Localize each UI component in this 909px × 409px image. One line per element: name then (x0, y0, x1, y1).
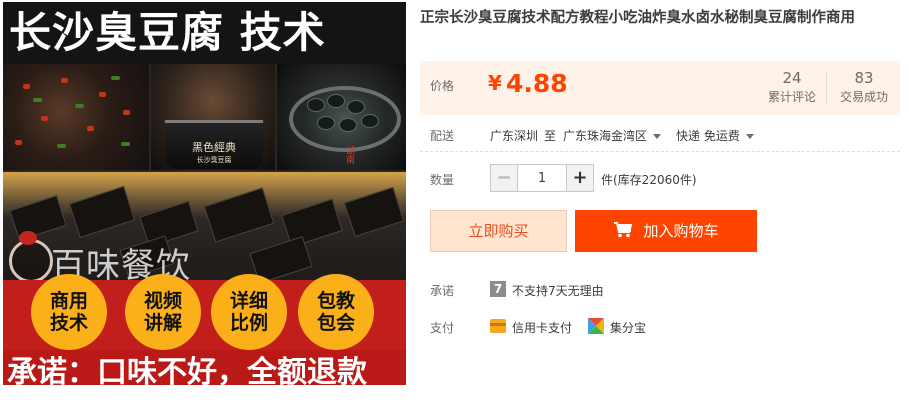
promo-headline: 长沙臭豆腐 技术 (3, 2, 406, 64)
add-to-cart-button[interactable]: 加入购物车 (575, 210, 757, 252)
badge-video: 视频讲解 (125, 274, 201, 350)
credit-card-icon (490, 319, 506, 333)
brand-logo-dot (19, 231, 37, 245)
stat-divider (826, 72, 827, 104)
buy-now-button[interactable]: 立即购买 (430, 210, 567, 252)
cart-icon (614, 222, 633, 238)
product-title: 正宗长沙臭豆腐技术配方教程小吃油炸臭水卤水秘制臭豆腐制作商用 (420, 10, 855, 26)
sales-count-label: 交易成功 (839, 90, 888, 104)
chevron-down-icon (745, 134, 754, 139)
tofu-pot-photo: 黑色經典 长沙臭豆腐 (151, 64, 275, 170)
decrease-quantity-button[interactable]: − (491, 165, 518, 191)
seven-day-icon: 7 (490, 281, 506, 297)
photo-mark-text: 湖南 (344, 146, 354, 164)
credit-card-payment[interactable]: 信用卡支付 (512, 319, 572, 336)
stock-info: 件(库存22060件) (601, 173, 697, 187)
pot-brand-label: 黑色經典 (192, 141, 236, 154)
product-main-image[interactable]: 长沙臭豆腐 技术 黑色經典 长沙臭豆腐 湖南 百味餐饮 商用技术 视频讲解 详细… (3, 2, 406, 385)
add-to-cart-label: 加入购物车 (643, 222, 719, 240)
quantity-label: 数量 (430, 173, 455, 187)
destination-value: 广东珠海金湾区 (563, 129, 648, 143)
price-label: 价格 (430, 79, 455, 93)
promise-label: 承诺 (430, 284, 455, 298)
review-count-stat[interactable]: 24 累计评论 (764, 68, 820, 106)
jifenbao-icon (588, 318, 604, 334)
shipping-method-select[interactable]: 快递 免运费 (676, 127, 754, 144)
currency-symbol: ¥ (488, 71, 502, 95)
jifenbao-payment[interactable]: 集分宝 (610, 319, 646, 336)
sales-count: 83 (854, 69, 874, 87)
fried-tofu-photo (3, 64, 149, 170)
quantity-stepper: − + (490, 164, 594, 192)
price-value: 4.88 (506, 69, 568, 98)
sales-count-stat[interactable]: 83 交易成功 (832, 68, 896, 106)
chevron-down-icon (653, 134, 662, 139)
pot-subbrand-label: 长沙臭豆腐 (196, 156, 232, 164)
review-count-label: 累计评论 (767, 90, 816, 104)
ship-to-word: 至 (544, 129, 557, 143)
destination-select[interactable]: 广东珠海金湾区 (563, 127, 662, 144)
badge-teach: 包教包会 (298, 274, 374, 350)
divider (420, 151, 900, 152)
return-policy-text: 不支持7天无理由 (512, 284, 604, 298)
payment-label: 支付 (430, 321, 455, 335)
quantity-input[interactable] (518, 165, 566, 191)
increase-quantity-button[interactable]: + (566, 165, 593, 191)
ship-from: 广东深圳 (490, 129, 539, 143)
badge-ratio: 详细比例 (211, 274, 287, 350)
shipping-label: 配送 (430, 129, 455, 143)
shipping-method-value: 快递 免运费 (676, 129, 740, 143)
promo-promise-banner: 承诺：口味不好，全额退款 (3, 350, 406, 385)
price-box: 价格 ¥ 4.88 24 累计评论 83 交易成功 (420, 61, 900, 115)
serving-pot: 黑色經典 长沙臭豆腐 (165, 120, 263, 169)
badge-commercial: 商用技术 (31, 274, 107, 350)
review-count: 24 (782, 69, 802, 87)
brand-logo-ring (9, 239, 53, 283)
tofu-plate-photo: 湖南 (277, 64, 406, 170)
